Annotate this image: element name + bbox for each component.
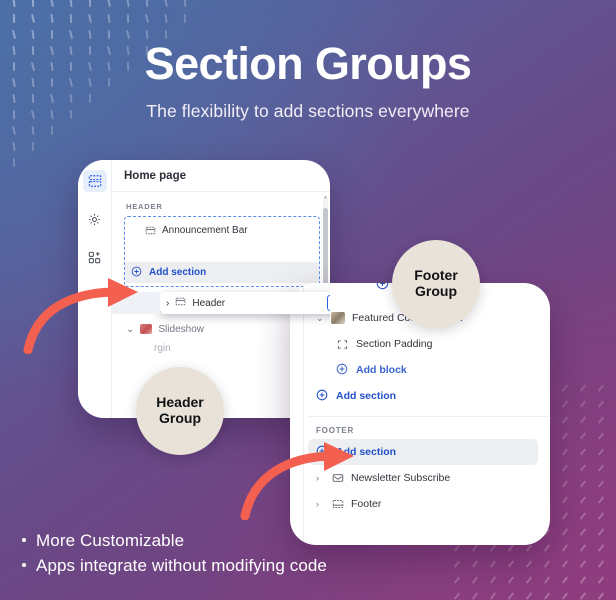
editor-sidebar-rail — [78, 160, 112, 418]
tree-row-newsletter-subscribe[interactable]: › Newsletter Subscribe — [290, 465, 550, 491]
tree-row-label: Announcement Bar — [162, 224, 248, 236]
badge-header-group: Header Group — [136, 367, 224, 455]
badge-line-2: Group — [159, 410, 201, 426]
footer-group-label: FOOTER — [316, 426, 355, 435]
dragged-row-label: Header — [192, 297, 226, 309]
badge-line-1: Header — [156, 394, 204, 411]
footer-section-icon — [331, 498, 344, 510]
padding-icon — [336, 339, 349, 350]
list-item: Apps integrate without modifying code — [16, 553, 327, 578]
drag-handle-icon[interactable] — [327, 295, 330, 311]
chevron-right-icon[interactable]: › — [316, 473, 324, 483]
tree-row-section-padding[interactable]: Section Padding — [290, 331, 550, 357]
sections-icon[interactable] — [82, 170, 107, 192]
plus-circle-icon — [316, 445, 328, 460]
add-block-button[interactable]: Add block — [290, 357, 550, 383]
add-section-button-footer-group[interactable]: Add section — [308, 439, 538, 465]
envelope-icon — [331, 472, 344, 484]
plus-circle-icon — [336, 363, 348, 378]
tree-row-footer[interactable]: › Footer — [290, 491, 550, 517]
header-section-group: Announcement Bar Add section — [124, 216, 320, 287]
home-page-title: Home page — [112, 160, 330, 192]
slideshow-thumb-icon — [140, 324, 153, 334]
tree-row-label: Slideshow — [158, 323, 204, 335]
plus-circle-icon — [316, 389, 328, 404]
page-subtitle: The flexibility to add sections everywhe… — [146, 101, 470, 121]
header-group-label: HEADER — [126, 202, 163, 211]
apps-add-icon[interactable] — [83, 246, 107, 268]
page-title: Section Groups — [144, 38, 472, 89]
chevron-right-icon[interactable]: › — [316, 499, 324, 509]
tree-row-label: Footer — [351, 498, 382, 510]
badge-line-1: Footer — [414, 267, 458, 284]
add-section-button-template[interactable]: Add section — [290, 383, 550, 409]
chevron-down-icon[interactable]: ⌄ — [126, 324, 134, 335]
plus-circle-icon — [131, 266, 142, 280]
chevron-right-icon[interactable]: › — [166, 298, 169, 309]
scrollbar-thumb[interactable] — [323, 208, 328, 286]
dragged-header-section-row[interactable]: › Header — [112, 292, 330, 314]
bullet-dot-icon — [22, 563, 26, 568]
chevron-down-icon[interactable]: ⌄ — [316, 313, 324, 323]
add-section-label: Add section — [149, 267, 207, 278]
plus-circle-icon-cutoff[interactable] — [376, 283, 389, 295]
badge-footer-group: Footer Group — [392, 240, 480, 328]
editor-sidebar-rail-edge — [290, 283, 304, 545]
tree-row-label: Section Padding — [356, 338, 433, 350]
collection-thumb-icon — [331, 312, 345, 324]
drag-highlight-strip — [112, 292, 160, 314]
feature-bullet-list: More Customizable Apps integrate without… — [16, 528, 327, 578]
gear-icon[interactable] — [83, 208, 107, 230]
add-block-label: Add block — [356, 364, 407, 376]
bullet-label: Apps integrate without modifying code — [36, 555, 327, 575]
tree-divider — [308, 416, 550, 417]
header-section-icon — [175, 296, 186, 310]
bullet-dot-icon — [22, 538, 26, 543]
add-section-label: Add section — [336, 390, 397, 402]
add-section-label: Add section — [336, 446, 397, 458]
promo-graphic: Section Groups The flexibility to add se… — [0, 0, 616, 600]
list-item: More Customizable — [16, 528, 327, 553]
bullet-label: More Customizable — [36, 530, 185, 550]
tree-row-announcement-bar[interactable]: Announcement Bar — [125, 220, 319, 240]
add-section-button-header-group[interactable]: Add section — [125, 262, 319, 283]
announcement-bar-icon — [144, 225, 156, 236]
badge-line-2: Group — [415, 283, 457, 299]
tree-row-label: Newsletter Subscribe — [351, 472, 451, 484]
